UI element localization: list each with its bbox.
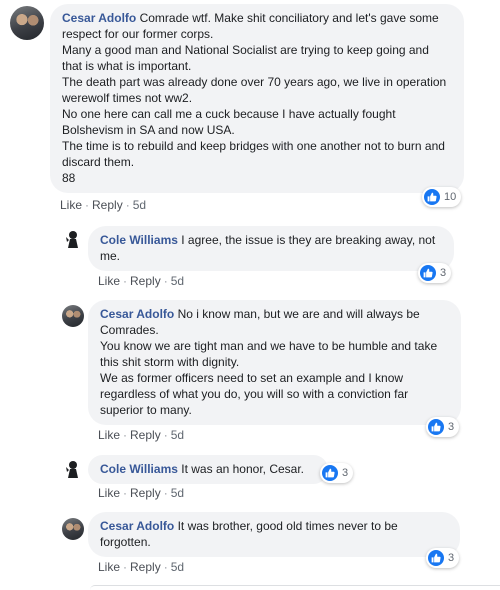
like-link[interactable]: Like [98, 428, 120, 442]
thumbs-up-icon [428, 419, 444, 435]
comment-text-line: You know we are tight man and we have to… [100, 339, 438, 369]
reaction-number: 10 [444, 191, 457, 203]
comment-actions: Like · Reply · 5d [98, 274, 185, 288]
avatar[interactable] [62, 458, 84, 480]
comment-author[interactable]: Cesar Adolfo [62, 11, 136, 25]
comment-bubble: Cole Williams It was an honor, Cesar. [88, 455, 328, 484]
reply-link[interactable]: Reply [92, 198, 123, 212]
reaction-number: 3 [342, 467, 349, 479]
comment-text-line: We as former officers need to set an exa… [100, 371, 409, 417]
comment-author[interactable]: Cole Williams [100, 233, 178, 247]
timestamp[interactable]: 5d [133, 198, 146, 212]
like-link[interactable]: Like [60, 198, 82, 212]
comment-reply: Cole Williams It was an honor, Cesar. 3 … [0, 452, 500, 504]
avatar[interactable] [62, 518, 84, 540]
avatar[interactable] [10, 6, 44, 40]
comment-text-line: The time is to rebuild and keep bridges … [62, 139, 445, 169]
thumbs-up-icon [322, 465, 338, 481]
next-comment-edge [90, 585, 500, 590]
emblem-icon [66, 231, 78, 248]
timestamp[interactable]: 5d [171, 560, 184, 574]
comment-reply: Cesar Adolfo It was brother, good old ti… [0, 510, 500, 580]
like-link[interactable]: Like [98, 560, 120, 574]
comment-text-line: The death part was already done over 70 … [62, 75, 447, 105]
avatar[interactable] [62, 305, 84, 327]
comment-author[interactable]: Cole Williams [100, 462, 178, 476]
reply-link[interactable]: Reply [130, 428, 161, 442]
reply-link[interactable]: Reply [130, 274, 161, 288]
emblem-icon [66, 461, 78, 478]
comment-actions: Like · Reply · 5d [98, 560, 185, 574]
thumbs-up-icon [420, 265, 436, 281]
reaction-count[interactable]: 3 [418, 263, 452, 283]
like-link[interactable]: Like [98, 486, 120, 500]
reaction-count[interactable]: 3 [426, 548, 460, 568]
avatar[interactable] [62, 228, 84, 250]
comment-text-line: Many a good man and National Socialist a… [62, 43, 429, 73]
comment-actions: Like · Reply · 5d [60, 198, 147, 212]
like-link[interactable]: Like [98, 274, 120, 288]
comment-text-line: It was an honor, Cesar. [181, 462, 305, 476]
reaction-count[interactable]: 3 [320, 463, 354, 483]
reply-link[interactable]: Reply [130, 486, 161, 500]
comment-text-line: 88 [62, 171, 76, 185]
comment-reply: Cole Williams I agree, the issue is they… [0, 220, 500, 290]
comment-reply: Cesar Adolfo No i know man, but we are a… [0, 297, 500, 447]
reply-link[interactable]: Reply [130, 560, 161, 574]
timestamp[interactable]: 5d [171, 274, 184, 288]
comment-author[interactable]: Cesar Adolfo [100, 519, 174, 533]
reaction-count[interactable]: 10 [422, 187, 462, 207]
comment-actions: Like · Reply · 5d [98, 428, 185, 442]
comment-bubble: Cesar Adolfo No i know man, but we are a… [88, 300, 461, 425]
comment-bubble: Cesar Adolfo Comrade wtf. Make shit conc… [50, 4, 464, 193]
comment-author[interactable]: Cesar Adolfo [100, 307, 174, 321]
reaction-number: 3 [448, 421, 455, 433]
timestamp[interactable]: 5d [171, 486, 184, 500]
reaction-count[interactable]: 3 [426, 417, 460, 437]
comment-bubble: Cesar Adolfo It was brother, good old ti… [88, 512, 460, 557]
reaction-number: 3 [448, 552, 455, 564]
comment-top-level: Cesar Adolfo Comrade wtf. Make shit conc… [0, 0, 500, 215]
comment-text-line: No one here can call me a cuck because I… [62, 107, 396, 137]
thumbs-up-icon [428, 550, 444, 566]
comment-actions: Like · Reply · 5d [98, 486, 185, 500]
timestamp[interactable]: 5d [171, 428, 184, 442]
comment-bubble: Cole Williams I agree, the issue is they… [88, 226, 454, 271]
thumbs-up-icon [424, 189, 440, 205]
reaction-number: 3 [440, 267, 447, 279]
